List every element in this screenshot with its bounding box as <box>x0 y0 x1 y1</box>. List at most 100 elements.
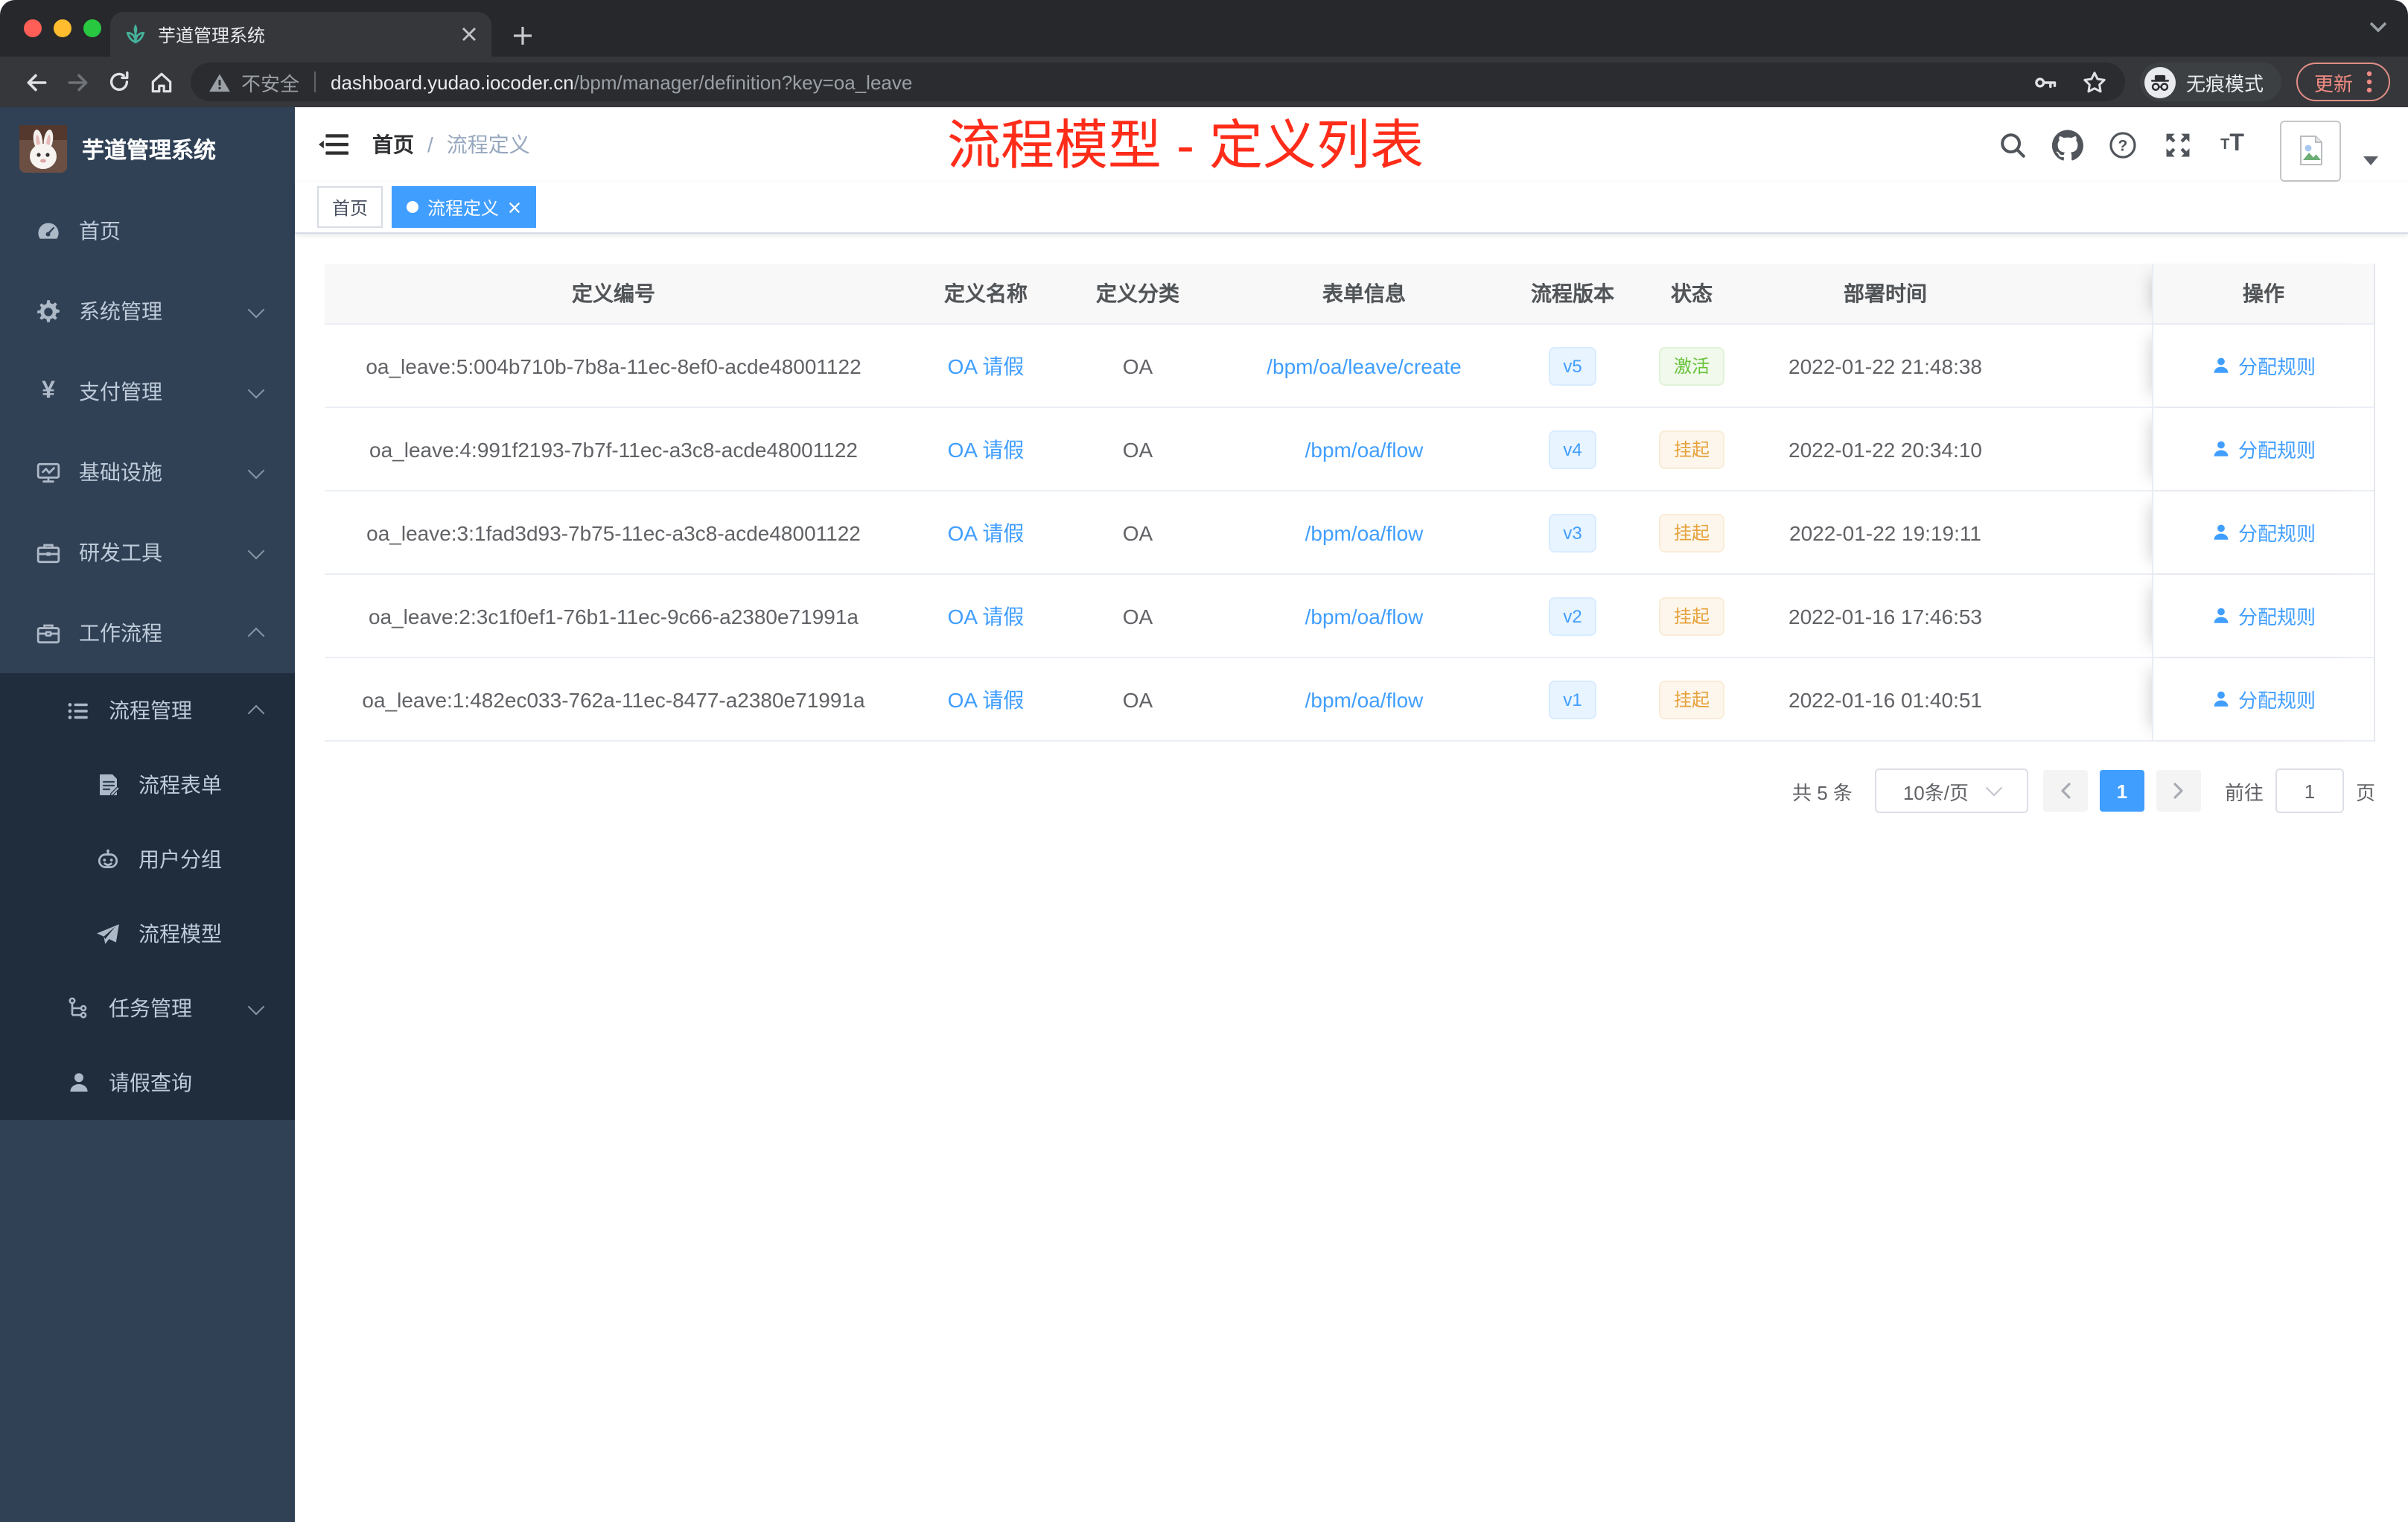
status-badge: 挂起 <box>1658 680 1724 719</box>
close-window-button[interactable] <box>24 19 42 37</box>
column-header: 定义分类 <box>1096 281 1179 305</box>
definition-name-link[interactable]: OA 请假 <box>948 518 1025 547</box>
tab-search-chevron-icon[interactable] <box>2369 21 2387 33</box>
page-size-select[interactable]: 10条/页 <box>1874 768 2028 813</box>
form-link[interactable]: /bpm/oa/flow <box>1305 520 1424 544</box>
browser-update-button[interactable]: 更新 <box>2296 63 2390 101</box>
page-size-value: 10条/页 <box>1902 781 1969 803</box>
deploy-time: 2022-01-22 19:19:11 <box>1789 520 1981 544</box>
definition-name-link[interactable]: OA 请假 <box>948 684 1025 714</box>
navbar: 首页 / 流程定义 流程模型 - 定义列表 ? T T <box>295 107 2408 182</box>
next-page-button[interactable] <box>2156 770 2201 812</box>
reload-button[interactable] <box>98 61 140 103</box>
user-icon <box>2214 357 2229 373</box>
assign-rule-button[interactable]: 分配规则 <box>2211 435 2316 463</box>
browser-chrome: 芋道管理系统 不安全 dashboard.yudao.iocoder.cn /b… <box>0 0 2408 107</box>
avatar-dropdown-caret-icon[interactable] <box>2363 156 2378 165</box>
status-badge: 挂起 <box>1658 596 1724 635</box>
sidebar-item-label: 流程表单 <box>138 773 222 797</box>
page-content: 定义编号 定义名称 定义分类 表单信息 流程版本 状态 部署时间 操作 oa_l… <box>295 234 2408 1522</box>
url-host[interactable]: dashboard.yudao.iocoder.cn <box>331 71 574 93</box>
sidebar-item-devtools[interactable]: 研发工具 <box>0 512 295 593</box>
sidebar-item-process-model[interactable]: 流程模型 <box>0 897 295 971</box>
form-link[interactable]: /bpm/oa/flow <box>1305 687 1424 711</box>
tab-strip: 芋道管理系统 <box>0 0 2408 57</box>
form-link[interactable]: /bpm/oa/leave/create <box>1267 354 1462 378</box>
new-tab-button[interactable] <box>512 25 533 46</box>
fullscreen-icon[interactable] <box>2161 128 2194 161</box>
chevron-down-icon <box>247 380 265 398</box>
sidebar-item-infra[interactable]: 基础设施 <box>0 432 295 512</box>
definition-category: OA <box>1122 604 1153 628</box>
toolbox-icon <box>36 540 61 565</box>
forward-button[interactable] <box>57 61 98 103</box>
sidebar-item-leave-query[interactable]: 请假查询 <box>0 1045 295 1120</box>
prev-page-button[interactable] <box>2042 770 2088 812</box>
sidebar-item-home[interactable]: 首页 <box>0 191 295 271</box>
definition-name-link[interactable]: OA 请假 <box>948 434 1025 464</box>
column-header: 定义编号 <box>572 281 655 305</box>
update-label[interactable]: 更新 <box>2314 68 2353 96</box>
table-spacer <box>2010 408 2152 490</box>
definition-category: OA <box>1122 354 1153 378</box>
browser-menu-dots-icon[interactable] <box>2366 70 2372 94</box>
sidebar-item-user-group[interactable]: 用户分组 <box>0 822 295 897</box>
form-link[interactable]: /bpm/oa/flow <box>1305 437 1424 461</box>
status-badge: 挂起 <box>1658 430 1724 468</box>
briefcase-icon <box>36 620 61 646</box>
sidebar-item-payment[interactable]: ¥ 支付管理 <box>0 351 295 432</box>
url-path[interactable]: /bpm/manager/definition?key=oa_leave <box>574 71 913 93</box>
minimize-window-button[interactable] <box>54 19 71 37</box>
home-button[interactable] <box>140 61 182 103</box>
current-page-button[interactable]: 1 <box>2099 770 2144 812</box>
tag-process-definition[interactable]: 流程定义 <box>392 186 537 228</box>
breadcrumb-home[interactable]: 首页 <box>372 130 414 159</box>
sidebar-item-system[interactable]: 系统管理 <box>0 271 295 351</box>
goto-unit-label: 页 <box>2355 781 2375 803</box>
sidebar-item-label: 首页 <box>79 219 121 243</box>
assign-rule-button[interactable]: 分配规则 <box>2211 351 2316 380</box>
bookmark-star-icon[interactable] <box>2082 69 2107 95</box>
password-key-icon[interactable] <box>2033 69 2058 95</box>
sidebar-item-label: 基础设施 <box>79 460 162 484</box>
not-secure-label[interactable]: 不安全 <box>241 68 299 96</box>
help-question-icon[interactable]: ? <box>2106 128 2138 161</box>
sidebar-logo[interactable]: 芋道管理系统 <box>0 107 295 191</box>
tab-close-icon[interactable] <box>462 27 477 42</box>
font-size-icon[interactable]: TT <box>2216 128 2249 161</box>
sidebar-item-workflow[interactable]: 工作流程 <box>0 593 295 673</box>
breadcrumb-current: 流程定义 <box>446 133 530 156</box>
definition-name-link[interactable]: OA 请假 <box>948 351 1025 380</box>
table-spacer <box>2010 491 2152 573</box>
definition-name-link[interactable]: OA 请假 <box>948 601 1025 631</box>
address-bar[interactable]: 不安全 dashboard.yudao.iocoder.cn/bpm/manag… <box>191 63 2125 101</box>
search-icon[interactable] <box>1995 128 2028 161</box>
browser-tab[interactable]: 芋道管理系统 <box>110 12 491 57</box>
tag-close-icon[interactable] <box>508 200 521 214</box>
sidebar-item-label: 请假查询 <box>109 1071 192 1095</box>
sidebar-item-process-management[interactable]: 流程管理 <box>0 673 295 748</box>
page-annotation: 流程模型 - 定义列表 <box>947 115 1424 176</box>
logo-avatar <box>19 125 67 173</box>
assign-rule-button[interactable]: 分配规则 <box>2211 518 2316 547</box>
favicon-plant-icon <box>125 24 146 45</box>
sidebar-toggle-icon[interactable] <box>319 130 348 159</box>
form-link[interactable]: /bpm/oa/flow <box>1305 604 1424 628</box>
github-icon[interactable] <box>2051 128 2083 161</box>
sidebar-item-process-form[interactable]: 流程表单 <box>0 748 295 822</box>
tag-home[interactable]: 首页 <box>317 186 383 228</box>
version-badge: v4 <box>1548 430 1597 468</box>
maximize-window-button[interactable] <box>83 19 101 37</box>
table-spacer <box>2010 658 2152 740</box>
sidebar-item-task-management[interactable]: 任务管理 <box>0 971 295 1045</box>
avatar[interactable] <box>2280 120 2341 181</box>
sidebar-item-label: 流程管理 <box>109 698 192 722</box>
assign-rule-button[interactable]: 分配规则 <box>2211 602 2316 630</box>
sidebar-item-label: 系统管理 <box>79 299 162 323</box>
back-button[interactable] <box>15 61 57 103</box>
user-icon <box>2214 441 2229 456</box>
assign-rule-button[interactable]: 分配规则 <box>2211 685 2316 713</box>
form-document-icon <box>95 773 121 797</box>
goto-page-input[interactable]: 1 <box>2275 768 2344 813</box>
column-header: 操作 <box>2152 264 2374 323</box>
